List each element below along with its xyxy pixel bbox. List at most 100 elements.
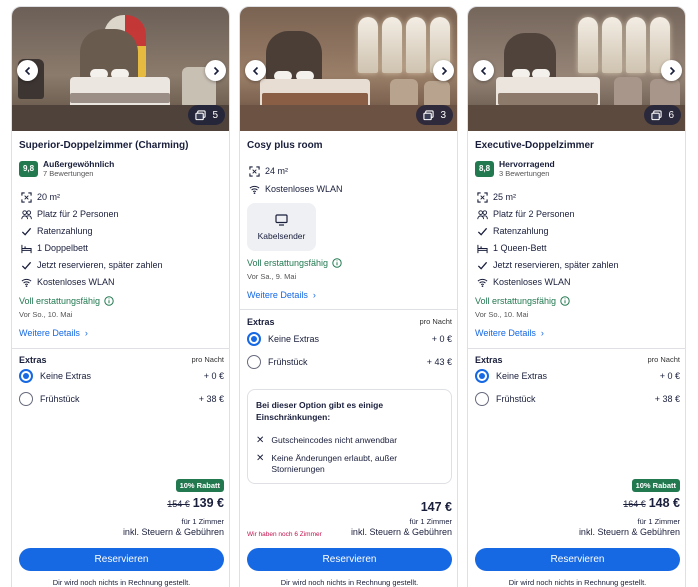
info-icon[interactable] bbox=[332, 258, 342, 268]
rating-count: 7 Bewertungen bbox=[43, 169, 94, 178]
room-photo[interactable]: 3 bbox=[240, 7, 457, 131]
next-photo-button[interactable] bbox=[205, 60, 226, 81]
extra-option-breakfast[interactable]: Frühstück + 43 € bbox=[247, 355, 452, 369]
people-icon bbox=[20, 208, 32, 220]
check-icon bbox=[476, 225, 488, 237]
next-photo-button[interactable] bbox=[661, 60, 682, 81]
bed-icon bbox=[20, 242, 32, 254]
current-price: 148 € bbox=[648, 496, 680, 510]
previous-photo-button[interactable] bbox=[17, 60, 38, 81]
area-icon bbox=[476, 191, 488, 203]
rating-count: 3 Bewertungen bbox=[499, 169, 550, 178]
photo-gallery-button[interactable]: 5 bbox=[188, 105, 225, 125]
incl-taxes: inkl. Steuern & Gebühren bbox=[578, 527, 680, 537]
current-price: 139 € bbox=[192, 496, 224, 510]
check-icon bbox=[20, 225, 32, 237]
gallery-icon bbox=[423, 109, 435, 120]
people-icon bbox=[476, 208, 488, 220]
reserve-button[interactable]: Reservieren bbox=[19, 548, 224, 571]
amenity-pay-later: Jetzt reservieren, später zahlen bbox=[20, 259, 163, 271]
radio-button[interactable] bbox=[19, 392, 33, 406]
per-room: für 1 Zimmer bbox=[637, 517, 680, 526]
amenity-installments: Ratenzahlung bbox=[20, 225, 93, 237]
bed-icon bbox=[476, 242, 488, 254]
extra-option-none[interactable]: Keine Extras + 0 € bbox=[247, 332, 452, 346]
incl-taxes: inkl. Steuern & Gebühren bbox=[350, 527, 452, 537]
photo-count: 5 bbox=[212, 109, 218, 121]
amenity-occupancy: Platz für 2 Personen bbox=[20, 208, 119, 220]
more-details-link[interactable]: Weitere Details › bbox=[247, 290, 316, 300]
refund-date: Vor So., 10. Mai bbox=[19, 310, 73, 319]
chevron-right-icon: › bbox=[538, 328, 544, 338]
info-icon[interactable] bbox=[104, 296, 114, 306]
restriction-item: ✕ Keine Änderungen erlaubt, außer Storni… bbox=[256, 453, 398, 474]
incl-taxes: inkl. Steuern & Gebühren bbox=[122, 527, 224, 537]
wifi-icon bbox=[476, 276, 488, 288]
old-price: 164 € bbox=[623, 499, 646, 509]
discount-badge: 10% Rabatt bbox=[175, 479, 224, 492]
extra-option-none[interactable]: Keine Extras + 0 € bbox=[475, 369, 680, 383]
discount-badge: 10% Rabatt bbox=[631, 479, 680, 492]
chevron-left-icon bbox=[252, 66, 258, 75]
info-icon[interactable] bbox=[560, 296, 570, 306]
photo-count: 6 bbox=[668, 109, 674, 121]
tv-icon bbox=[275, 213, 288, 226]
chevron-right-icon: › bbox=[82, 328, 88, 338]
amenity-pay-later: Jetzt reservieren, später zahlen bbox=[476, 259, 619, 271]
previous-photo-button[interactable] bbox=[245, 60, 266, 81]
extra-option-breakfast[interactable]: Frühstück + 38 € bbox=[475, 392, 680, 406]
amenity-area: 24 m² bbox=[248, 165, 288, 177]
divider bbox=[240, 309, 457, 310]
extras-header: Extras pro Nacht bbox=[247, 317, 452, 327]
room-photo[interactable]: 5 bbox=[12, 7, 229, 131]
rooms-left-notice: Wir haben noch 6 Zimmer bbox=[247, 531, 322, 538]
extra-option-breakfast[interactable]: Frühstück + 38 € bbox=[19, 392, 224, 406]
reserve-button[interactable]: Reservieren bbox=[247, 548, 452, 571]
more-details-link[interactable]: Weitere Details › bbox=[19, 328, 88, 338]
chevron-right-icon: › bbox=[310, 290, 316, 300]
photo-gallery-button[interactable]: 3 bbox=[416, 105, 453, 125]
area-icon bbox=[20, 191, 32, 203]
chevron-right-icon bbox=[213, 66, 219, 75]
area-icon bbox=[248, 165, 260, 177]
amenity-wifi: Kostenloses WLAN bbox=[248, 183, 343, 195]
radio-button[interactable] bbox=[247, 355, 261, 369]
previous-photo-button[interactable] bbox=[473, 60, 494, 81]
photo-gallery-button[interactable]: 6 bbox=[644, 105, 681, 125]
more-details-link[interactable]: Weitere Details › bbox=[475, 328, 544, 338]
close-icon: ✕ bbox=[256, 435, 265, 446]
room-card-executive: 6 Executive-Doppelzimmer 8,8 Hervorragen… bbox=[467, 6, 686, 587]
reserve-button[interactable]: Reservieren bbox=[475, 548, 680, 571]
amenity-occupancy: Platz für 2 Personen bbox=[476, 208, 575, 220]
next-photo-button[interactable] bbox=[433, 60, 454, 81]
amenity-cable-tv: Kabelsender bbox=[247, 203, 316, 251]
amenity-area: 25 m² bbox=[476, 191, 516, 203]
room-title: Executive-Doppelzimmer bbox=[475, 140, 594, 151]
restrictions-title: Bei dieser Option gibt es einige Einschr… bbox=[256, 400, 384, 422]
room-card-superior: 5 Superior-Doppelzimmer (Charming) 9,8 A… bbox=[11, 6, 230, 587]
gallery-icon bbox=[651, 109, 663, 120]
room-photo[interactable]: 6 bbox=[468, 7, 685, 131]
restriction-item: ✕ Gutscheincodes nicht anwendbar bbox=[256, 435, 398, 446]
radio-button-selected[interactable] bbox=[247, 332, 261, 346]
refund-date: Vor So., 10. Mai bbox=[475, 310, 529, 319]
current-price: 147 € bbox=[420, 500, 452, 514]
radio-button-selected[interactable] bbox=[475, 369, 489, 383]
extras-header: Extras pro Nacht bbox=[475, 355, 680, 365]
rating-score: 8,8 bbox=[475, 160, 494, 177]
radio-button[interactable] bbox=[475, 392, 489, 406]
amenity-wifi: Kostenloses WLAN bbox=[20, 276, 115, 288]
amenity-bed: 1 Doppelbett bbox=[20, 242, 88, 254]
rating-score: 9,8 bbox=[19, 160, 38, 177]
amenity-bed: 1 Queen-Bett bbox=[476, 242, 547, 254]
divider bbox=[12, 348, 229, 349]
gallery-icon bbox=[195, 109, 207, 120]
radio-button-selected[interactable] bbox=[19, 369, 33, 383]
rating-word: Außergewöhnlich bbox=[43, 159, 115, 169]
extra-option-none[interactable]: Keine Extras + 0 € bbox=[19, 369, 224, 383]
amenity-wifi: Kostenloses WLAN bbox=[476, 276, 571, 288]
refund-date: Vor Sa., 9. Mai bbox=[247, 272, 297, 281]
no-charge-note: Dir wird noch nichts in Rechnung gestell… bbox=[52, 578, 191, 587]
rating-word: Hervorragend bbox=[499, 159, 555, 169]
wifi-icon bbox=[20, 276, 32, 288]
